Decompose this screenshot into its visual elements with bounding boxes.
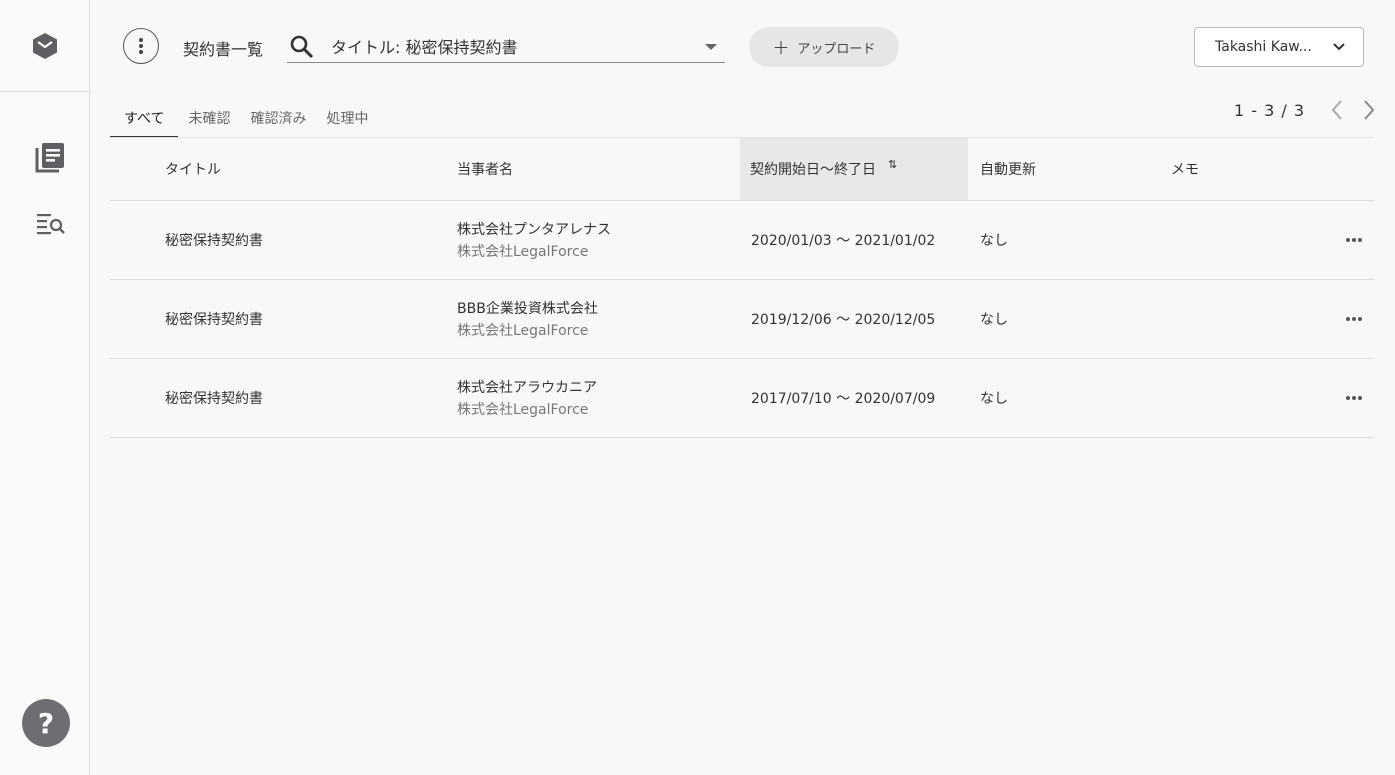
more-horizontal-icon[interactable] xyxy=(1334,280,1374,358)
page-title: 契約書一覧 xyxy=(183,40,264,59)
row-parties: BBB企業投資株式会社 株式会社LegalForce xyxy=(457,280,598,358)
column-party[interactable]: 当事者名 xyxy=(457,138,513,200)
upload-button[interactable]: + アップロード xyxy=(749,27,899,67)
column-title[interactable]: タイトル xyxy=(165,138,221,200)
tab-unconfirmed[interactable]: 未確認 xyxy=(178,100,240,138)
search-icon xyxy=(289,34,315,64)
more-vertical-icon[interactable] xyxy=(123,28,159,64)
row-title: 秘密保持契約書 xyxy=(165,233,263,249)
search-input[interactable] xyxy=(331,30,691,62)
party-name: 株式会社プンタアレナス xyxy=(457,222,611,238)
row-period: 2017/07/10 ～ 2020/07/09 xyxy=(751,391,936,407)
contract-table: タイトル 当事者名 契約開始日〜終了日 ⇅ 自動更新 メモ 秘密保持契約書 株式… xyxy=(110,137,1374,438)
row-auto-renew: なし xyxy=(980,233,1008,249)
filter-tabs: すべて 未確認 確認済み 処理中 xyxy=(110,100,378,138)
column-period[interactable]: 契約開始日〜終了日 ⇅ xyxy=(740,138,968,200)
user-menu-button[interactable]: Takashi Kaw... xyxy=(1194,27,1364,67)
table-header: タイトル 当事者名 契約開始日〜終了日 ⇅ 自動更新 メモ xyxy=(110,138,1374,201)
more-horizontal-icon[interactable] xyxy=(1334,201,1374,279)
chevron-down-icon xyxy=(1333,43,1345,51)
caret-down-icon[interactable] xyxy=(705,44,717,50)
row-title: 秘密保持契約書 xyxy=(165,312,263,328)
row-title: 秘密保持契約書 xyxy=(165,391,263,407)
sort-icon[interactable]: ⇅ xyxy=(888,158,897,171)
tab-confirmed[interactable]: 確認済み xyxy=(240,100,316,138)
row-parties: 株式会社アラウカニア 株式会社LegalForce xyxy=(457,359,597,437)
party-name-secondary: 株式会社LegalForce xyxy=(457,244,589,260)
column-period-label: 契約開始日〜終了日 xyxy=(750,162,876,178)
more-horizontal-icon[interactable] xyxy=(1334,359,1374,437)
row-auto-renew: なし xyxy=(980,391,1008,407)
party-name-secondary: 株式会社LegalForce xyxy=(457,323,589,339)
chevron-right-icon[interactable] xyxy=(1363,99,1375,121)
upload-label: アップロード xyxy=(797,41,876,57)
party-name: BBB企業投資株式会社 xyxy=(457,301,598,317)
column-auto-renew[interactable]: 自動更新 xyxy=(980,138,1036,200)
table-row[interactable]: 秘密保持契約書 株式会社アラウカニア 株式会社LegalForce 2017/0… xyxy=(110,359,1374,438)
document-list-icon[interactable] xyxy=(33,140,67,178)
row-parties: 株式会社プンタアレナス 株式会社LegalForce xyxy=(457,201,611,279)
pager-count: 1 - 3 / 3 xyxy=(1233,100,1305,120)
help-button[interactable]: ? xyxy=(22,699,70,747)
search-field[interactable] xyxy=(287,30,725,63)
sidebar: ? xyxy=(0,0,90,775)
column-memo[interactable]: メモ xyxy=(1171,138,1199,200)
row-period: 2020/01/03 ～ 2021/01/02 xyxy=(751,233,936,249)
row-auto-renew: なし xyxy=(980,312,1008,328)
help-label: ? xyxy=(37,706,55,740)
party-name: 株式会社アラウカニア xyxy=(457,380,597,396)
row-period: 2019/12/06 ～ 2020/12/05 xyxy=(751,312,936,328)
logo-area xyxy=(0,0,90,92)
chevron-left-icon[interactable] xyxy=(1331,99,1343,121)
user-name: Takashi Kaw... xyxy=(1215,39,1312,55)
tab-all[interactable]: すべて xyxy=(110,100,179,138)
main-content: 契約書一覧 + アップロード Takashi Kaw... xyxy=(90,0,1395,775)
table-row[interactable]: 秘密保持契約書 BBB企業投資株式会社 株式会社LegalForce 2019/… xyxy=(110,280,1374,359)
box-logo-icon[interactable] xyxy=(32,32,58,60)
plus-icon: + xyxy=(772,35,790,59)
header-bar: 契約書一覧 + アップロード Takashi Kaw... xyxy=(90,0,1395,95)
table-row[interactable]: 秘密保持契約書 株式会社プンタアレナス 株式会社LegalForce 2020/… xyxy=(110,201,1374,280)
tab-processing[interactable]: 処理中 xyxy=(316,100,378,138)
party-name-secondary: 株式会社LegalForce xyxy=(457,402,589,418)
list-search-icon[interactable] xyxy=(36,211,66,241)
pagination: 1 - 3 / 3 xyxy=(1234,96,1375,124)
